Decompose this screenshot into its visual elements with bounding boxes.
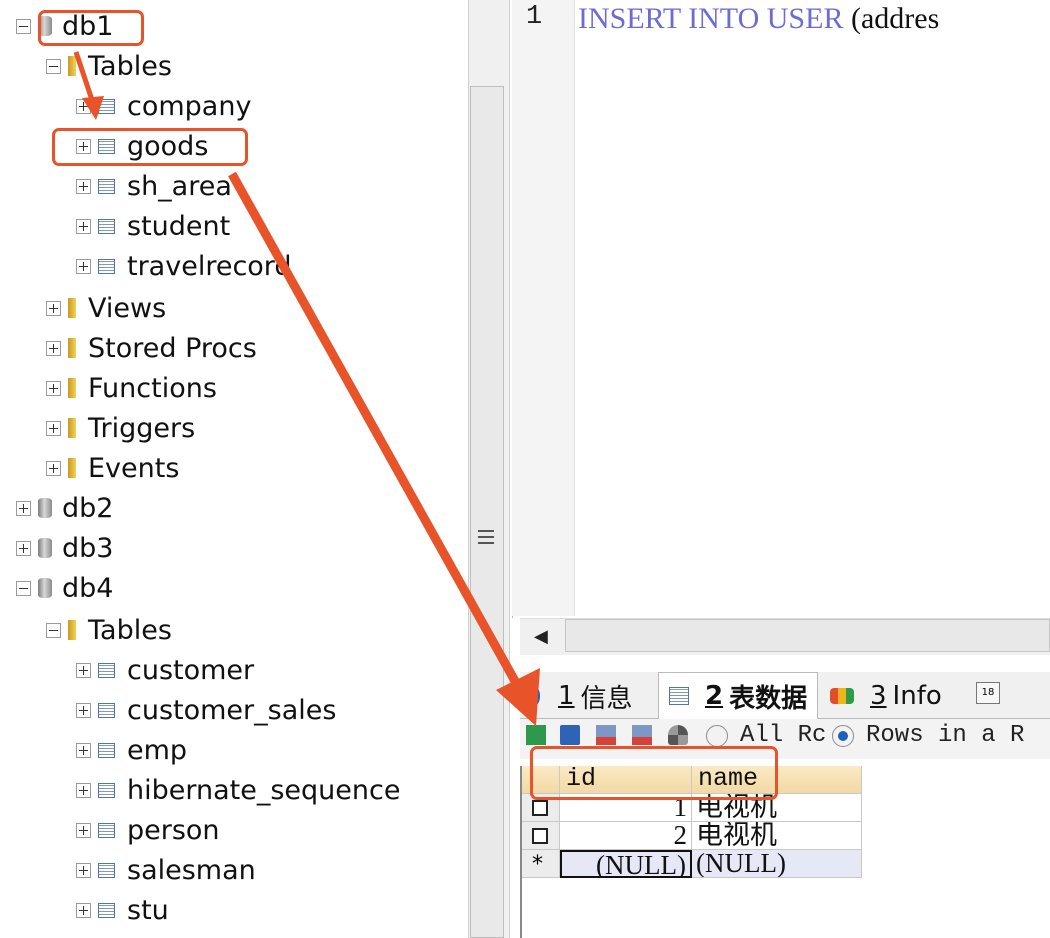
arrow-goods-to-result [228,171,524,693]
arrowhead-result [496,668,540,726]
arrowhead-goods [82,96,104,120]
arrow-db1-to-goods [73,51,95,101]
annotation-arrows [73,51,540,726]
